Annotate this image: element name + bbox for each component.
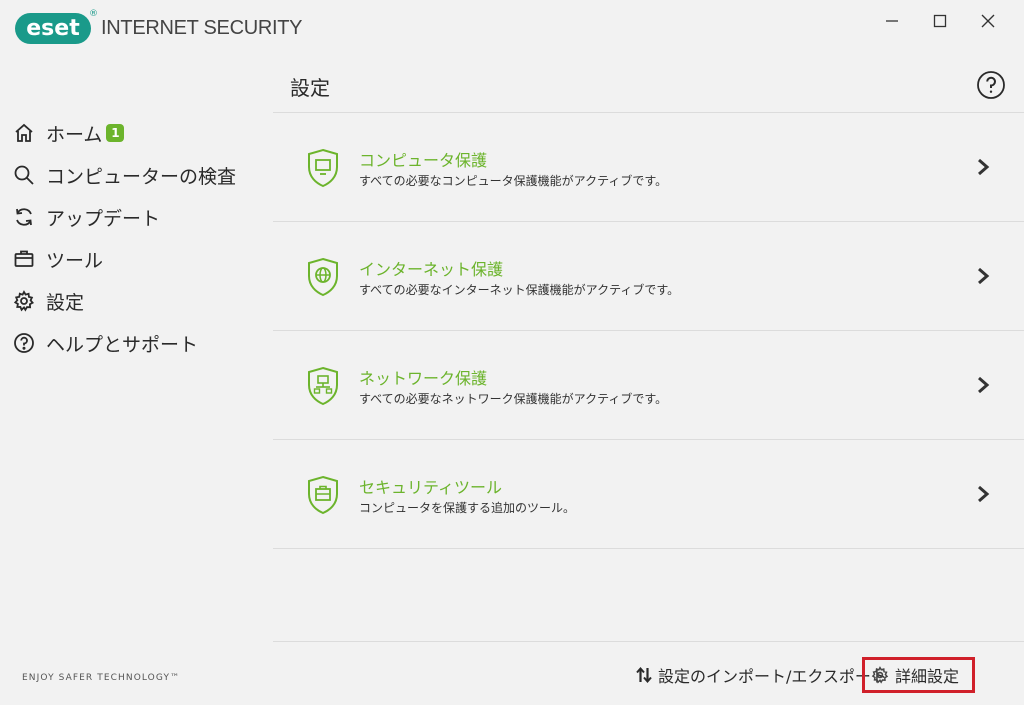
sidebar-item-label: コンピューターの検査: [46, 165, 237, 188]
maximize-icon: [933, 14, 947, 28]
chevron-right-icon: [978, 267, 990, 285]
monitor-shield-icon: [308, 148, 338, 188]
advanced-settings-label: 詳細設定: [895, 667, 960, 686]
sidebar-item-scan[interactable]: コンピューターの検査: [0, 154, 272, 196]
globe-shield-icon: [308, 257, 338, 297]
chevron-right-icon: [978, 485, 990, 503]
minimize-button[interactable]: [872, 6, 912, 36]
product-name: INTERNET SECURITY: [101, 16, 303, 39]
gear-icon: [12, 289, 36, 313]
row-title: ネットワーク保護: [359, 369, 488, 388]
advanced-settings-button[interactable]: 詳細設定: [862, 657, 975, 693]
eset-logo-badge: eset ®: [15, 9, 98, 44]
tagline: ENJOY SAFER TECHNOLOGY™: [22, 673, 181, 683]
close-button[interactable]: [968, 6, 1008, 36]
logo-text: eset: [26, 15, 80, 41]
setting-row-network-protection[interactable]: ネットワーク保護 すべての必要なネットワーク保護機能がアクティブです。: [273, 331, 1024, 439]
sidebar-nav: ホーム 1 コンピューターの検査 アップデート ツール 設定 ヘルプとサポート: [0, 112, 272, 364]
row-description: すべての必要なインターネット保護機能がアクティブです。: [359, 283, 680, 297]
sidebar-item-label: 設定: [46, 291, 85, 314]
help-icon: [12, 331, 36, 355]
sidebar-item-tools[interactable]: ツール: [0, 238, 272, 280]
row-description: すべての必要なネットワーク保護機能がアクティブです。: [359, 392, 668, 406]
row-description: コンピュータを保護する追加のツール。: [359, 501, 576, 515]
help-icon[interactable]: [976, 70, 1006, 100]
search-icon: [12, 163, 36, 187]
sidebar-item-label: ヘルプとサポート: [46, 333, 199, 356]
import-export-settings-link[interactable]: 設定のインポート/エクスポート: [636, 663, 887, 687]
sidebar-item-label: ホーム: [46, 123, 103, 146]
row-title: インターネット保護: [359, 260, 504, 279]
import-export-icon: [636, 666, 652, 684]
row-title: コンピュータ保護: [359, 151, 488, 170]
chevron-right-icon: [978, 158, 990, 176]
logo-registered-mark: ®: [89, 8, 98, 19]
setting-row-computer-protection[interactable]: コンピュータ保護 すべての必要なコンピュータ保護機能がアクティブです。: [273, 113, 1024, 221]
close-icon: [981, 14, 995, 28]
gear-icon: [871, 666, 889, 684]
notification-badge: 1: [106, 124, 125, 142]
maximize-button[interactable]: [920, 6, 960, 36]
toolbox-shield-icon: [308, 475, 338, 515]
toolbox-icon: [12, 247, 36, 271]
sidebar-item-label: ツール: [46, 249, 104, 272]
sidebar-item-update[interactable]: アップデート: [0, 196, 272, 238]
sidebar-item-home[interactable]: ホーム 1: [0, 112, 272, 154]
page-title: 設定: [290, 76, 330, 100]
refresh-icon: [12, 205, 36, 229]
sidebar-item-settings[interactable]: 設定: [0, 280, 272, 322]
sidebar-item-help[interactable]: ヘルプとサポート: [0, 322, 272, 364]
divider: [273, 548, 1024, 549]
row-description: すべての必要なコンピュータ保護機能がアクティブです。: [359, 174, 668, 188]
setting-row-internet-protection[interactable]: インターネット保護 すべての必要なインターネット保護機能がアクティブです。: [273, 222, 1024, 330]
chevron-right-icon: [978, 376, 990, 394]
row-title: セキュリティツール: [359, 478, 503, 497]
setting-row-security-tools[interactable]: セキュリティツール コンピュータを保護する追加のツール。: [273, 440, 1024, 548]
footer-divider: [273, 641, 1024, 642]
minimize-icon: [886, 20, 898, 22]
import-export-label: 設定のインポート/エクスポート: [658, 667, 887, 686]
network-shield-icon: [308, 366, 338, 406]
home-icon: [12, 121, 36, 145]
main-panel: 設定 コンピュータ保護 すべての必要なコンピュータ保護機能がアクティブです。 イ…: [273, 56, 1024, 705]
sidebar-item-label: アップデート: [46, 207, 161, 230]
app-logo: eset ® INTERNET SECURITY: [15, 9, 303, 45]
